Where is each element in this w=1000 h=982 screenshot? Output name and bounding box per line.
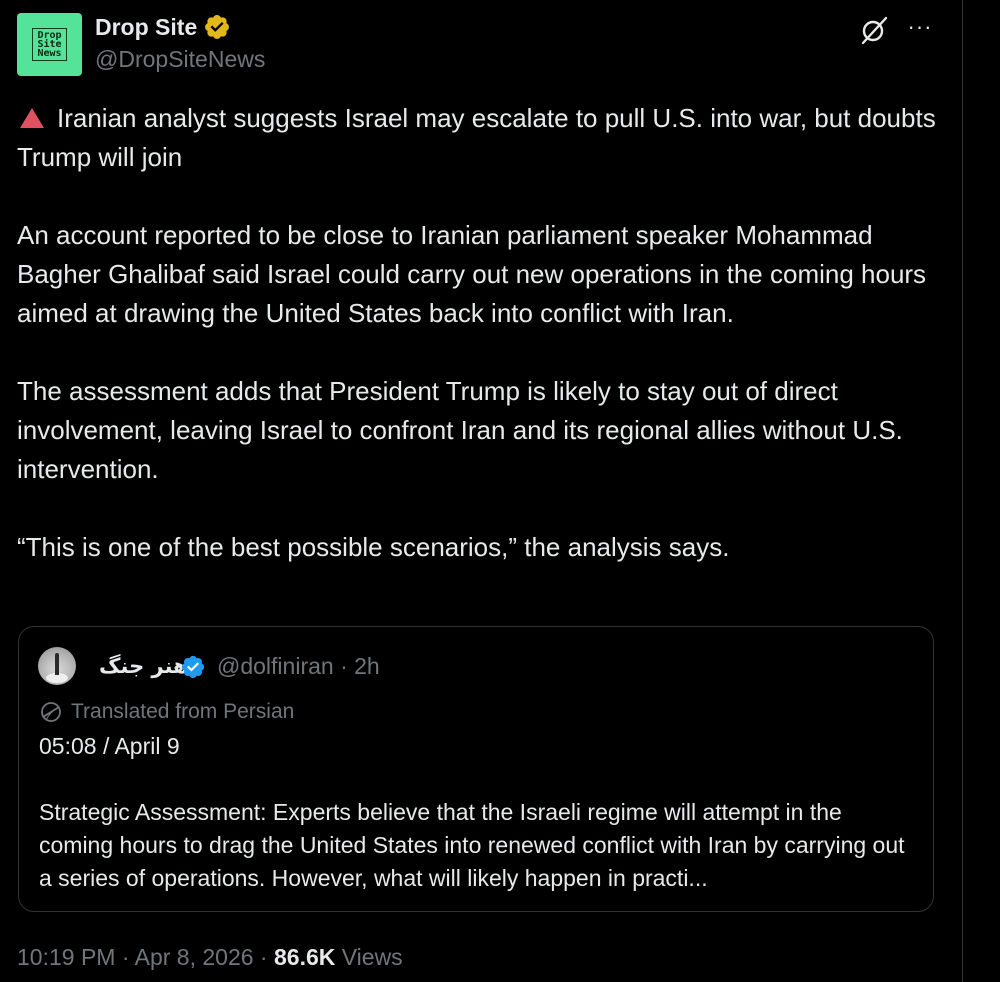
author-avatar[interactable]: Drop Site News bbox=[17, 13, 82, 76]
views-label: Views bbox=[335, 944, 403, 970]
quote-body: Strategic Assessment: Experts believe th… bbox=[39, 799, 905, 891]
translated-text: Translated from Persian bbox=[71, 700, 295, 723]
author-name-row[interactable]: Drop Site bbox=[95, 13, 231, 41]
tweet-headline-line: Iranian analyst suggests Israel may esca… bbox=[17, 99, 947, 177]
author-name[interactable]: Drop Site bbox=[95, 14, 197, 41]
translated-from-label[interactable]: Translated from Persian bbox=[39, 697, 294, 727]
tweet-meta: 10:19 PM · Apr 8, 2026 · 86.6K Views bbox=[17, 940, 403, 974]
views-count: 86.6K bbox=[273, 944, 336, 970]
tweet-timestamp[interactable]: 10:19 PM · Apr 8, 2026 · bbox=[17, 944, 274, 970]
quote-line-1: 05:08 / April 9 bbox=[39, 733, 180, 759]
tweet-paragraph-3: “This is one of the best possible scenar… bbox=[17, 532, 730, 562]
tweet-paragraph-2: The assessment adds that President Trump… bbox=[17, 376, 903, 484]
tweet-text: Iranian analyst suggests Israel may esca… bbox=[17, 99, 947, 567]
quote-avatar-rocket bbox=[55, 653, 59, 675]
more-icon[interactable]: ··· bbox=[905, 14, 935, 44]
quote-text: 05:08 / April 9 Strategic Assessment: Ex… bbox=[39, 730, 919, 895]
tweet-headline: Iranian analyst suggests Israel may esca… bbox=[17, 103, 936, 172]
quoted-tweet[interactable]: هنر جنگ @dolfiniran · 2h Translated from… bbox=[18, 626, 934, 912]
quote-author-name[interactable]: هنر جنگ bbox=[99, 647, 188, 685]
tweet: Drop Site News Drop Site @DropSiteNews ·… bbox=[0, 0, 960, 982]
quote-verified-badge-icon[interactable] bbox=[180, 654, 206, 680]
quote-handle-time[interactable]: @dolfiniran · 2h bbox=[217, 647, 380, 685]
avatar-logo-text: Drop Site News bbox=[32, 28, 67, 61]
red-triangle-icon bbox=[20, 108, 44, 128]
grok-icon[interactable] bbox=[858, 14, 890, 46]
author-handle[interactable]: @DropSiteNews bbox=[95, 46, 265, 73]
column-divider bbox=[962, 0, 963, 982]
globe-icon bbox=[41, 702, 61, 722]
quote-avatar[interactable] bbox=[38, 647, 76, 685]
verified-badge-icon[interactable] bbox=[203, 13, 231, 41]
tweet-paragraph-1: An account reported to be close to Irani… bbox=[17, 220, 927, 328]
